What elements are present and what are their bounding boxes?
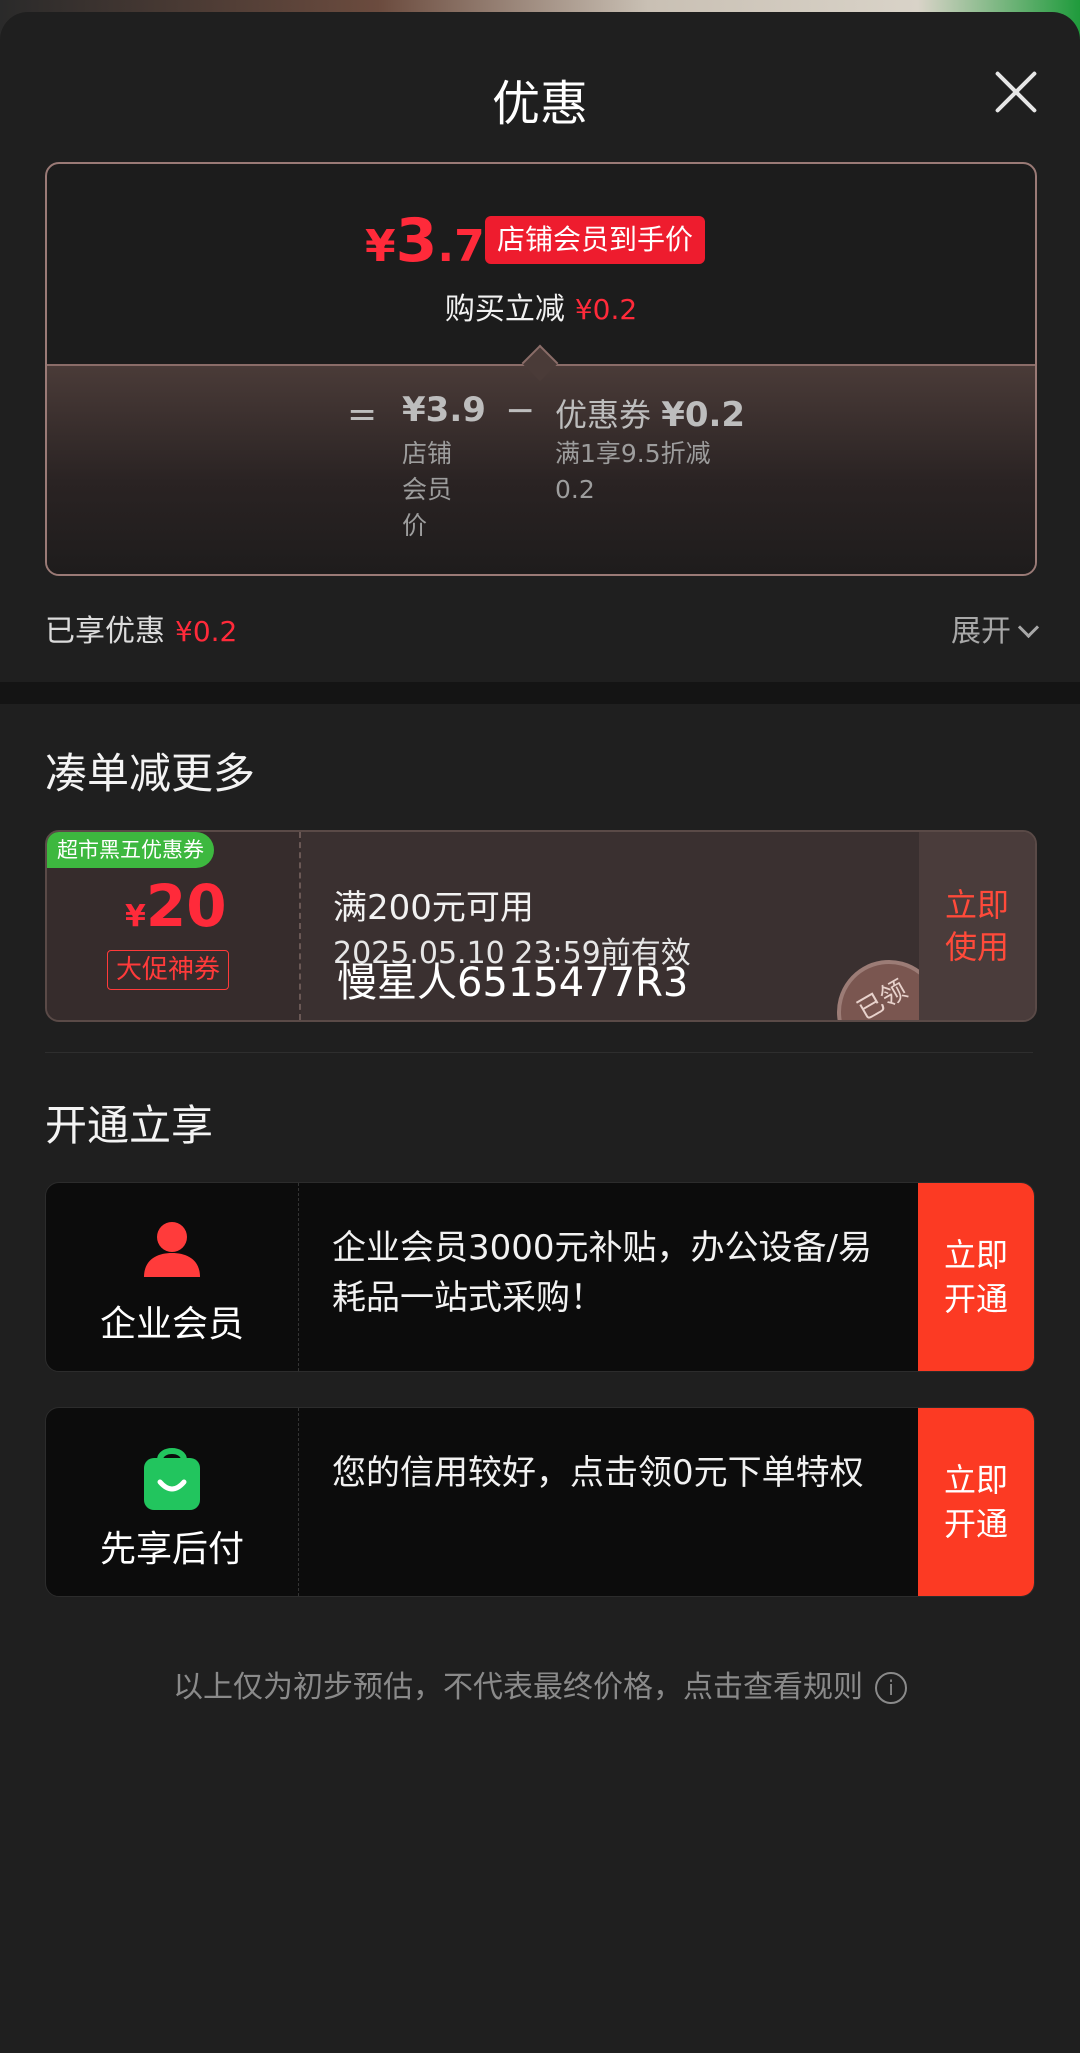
coupon-deduction: 优惠券 ¥0.2: [555, 390, 745, 436]
card-left-panel: 先享后付: [46, 1408, 299, 1596]
coupon-condition: 满200元可用: [333, 888, 534, 928]
price-integer: 3: [395, 206, 438, 276]
shopping-bag-icon: [140, 1442, 204, 1510]
activate-now-button[interactable]: 立即开通: [918, 1183, 1034, 1371]
sheet-title: 优惠: [491, 76, 588, 132]
activate-label: 立即开通: [943, 1461, 1008, 1543]
pay-later-card[interactable]: 先享后付 您的信用较好，点击领0元下单特权 立即开通: [45, 1407, 1035, 1597]
enjoyed-discount: 已享优惠 ¥0.2: [45, 606, 237, 650]
coupon-amount: ¥20: [125, 872, 227, 940]
coupon-deduction-amount: ¥0.2: [661, 395, 746, 435]
info-icon[interactable]: i: [875, 1672, 907, 1704]
member-price-label: 店铺会员价: [402, 439, 453, 540]
activate-now-button[interactable]: 立即开通: [918, 1408, 1034, 1596]
card-description: 企业会员3000元补贴，办公设备/易耗品一站式采购！: [332, 1228, 872, 1318]
equals-sign: =: [347, 394, 378, 435]
watermark-text: 慢星人6515477R3: [337, 960, 689, 1006]
minus-sign: −: [505, 390, 536, 431]
coupon-deduction-label: 优惠券: [555, 396, 652, 434]
formula-area: [47, 364, 1035, 574]
close-icon[interactable]: [994, 70, 1038, 114]
buy-discount-label: 购买立减: [444, 292, 565, 327]
coupon-deduction-desc: 满1享9.5折减0.2: [555, 439, 711, 504]
coupon-currency: ¥: [125, 899, 146, 934]
rules-footer[interactable]: 以上仅为初步预估，不代表最终价格，点击查看规则 i: [0, 1662, 1080, 1706]
discount-sheet: 优惠 ¥3.7 店铺会员到手价 购买立减 ¥0.2 = ¥3.9 店铺会员价 − …: [0, 12, 1080, 2053]
section-separator: [45, 1052, 1033, 1053]
expand-label: 展开: [951, 614, 1011, 649]
member-price: ¥3.9: [402, 390, 486, 430]
section-divider: [0, 682, 1080, 704]
activate-label: 立即开通: [943, 1236, 1008, 1318]
coupon-badge: 超市黑五优惠券: [47, 832, 214, 868]
section-title-more: 凑单减更多: [45, 749, 256, 798]
price-currency: ¥: [365, 221, 396, 272]
card-description: 您的信用较好，点击领0元下单特权: [332, 1453, 864, 1493]
price-decimal: .7: [437, 221, 485, 272]
coupon-value: 20: [145, 872, 227, 940]
enjoyed-label: 已享优惠: [45, 614, 165, 649]
coupon-action-panel[interactable]: 立即使用: [919, 832, 1035, 1020]
footer-text: 以上仅为初步预估，不代表最终价格，点击查看规则: [173, 1670, 863, 1705]
price-breakdown-box: ¥3.7 店铺会员到手价 购买立减 ¥0.2 = ¥3.9 店铺会员价 − 优惠券…: [45, 162, 1037, 576]
card-title: 先享后付: [99, 1529, 244, 1570]
card-title: 企业会员: [99, 1304, 244, 1345]
person-icon: [140, 1217, 204, 1281]
final-price: ¥3.7: [365, 206, 485, 276]
enjoyed-amount: ¥0.2: [175, 615, 238, 648]
enterprise-member-card[interactable]: 企业会员 企业会员3000元补贴，办公设备/易耗品一站式采购！ 立即开通: [45, 1182, 1035, 1372]
coupon-type-label: 大促神券: [107, 950, 230, 990]
coupon-left-panel: 超市黑五优惠券 ¥20 大促神券: [47, 832, 301, 1020]
use-now-button[interactable]: 立即使用: [937, 884, 1017, 968]
card-left-panel: 企业会员: [46, 1183, 299, 1371]
buy-discount-line: 购买立减 ¥0.2: [47, 284, 1035, 328]
coupon-card[interactable]: 超市黑五优惠券 ¥20 大促神券 满200元可用 2025.05.10 23:5…: [45, 830, 1037, 1022]
buy-discount-amount: ¥0.2: [574, 293, 638, 326]
member-price-tag: 店铺会员到手价: [485, 216, 706, 264]
chevron-down-icon: [1017, 616, 1040, 639]
section-title-open: 开通立享: [45, 1101, 214, 1150]
expand-button[interactable]: 展开: [951, 606, 1040, 650]
